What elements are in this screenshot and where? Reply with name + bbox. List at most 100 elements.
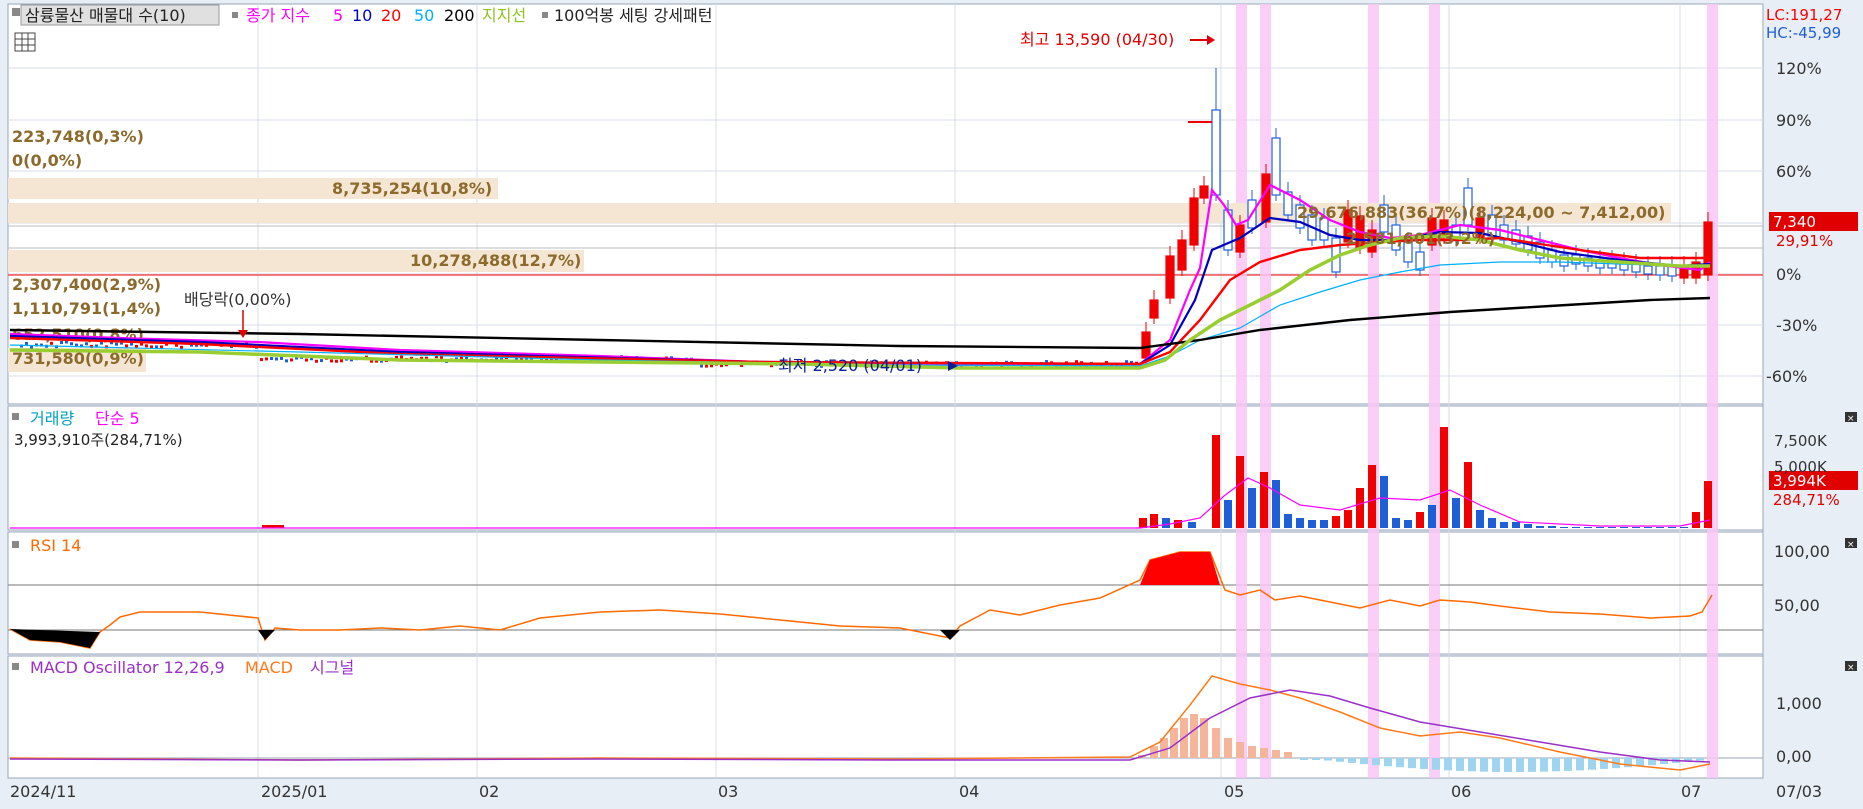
candle <box>50 341 53 345</box>
volume-bar <box>1260 472 1268 528</box>
signal-band <box>1707 4 1718 778</box>
volume-bar <box>1572 527 1580 528</box>
macd-hist-bar <box>1504 758 1512 772</box>
volume-bar <box>1308 520 1316 528</box>
macd-hist-bar <box>1248 746 1256 758</box>
volume-bar <box>1536 526 1544 528</box>
svg-text:×: × <box>1847 663 1855 673</box>
legend-square-icon <box>12 663 19 670</box>
volume-bar <box>1632 527 1640 528</box>
ma5-label: 5 <box>333 6 343 25</box>
volume-bar <box>1440 427 1448 528</box>
macd-hist-bar <box>1420 758 1428 769</box>
macd-hist-bar <box>1564 758 1572 771</box>
candle <box>1643 265 1653 275</box>
macd-hist-bar <box>1588 758 1596 770</box>
macd-hist-bar <box>1348 758 1356 763</box>
volume-bar <box>1236 456 1244 528</box>
volume-bar <box>1464 462 1472 528</box>
ma20-label: 20 <box>381 6 401 25</box>
volume-profile-label: 1,110,791(1,4%) <box>12 299 161 318</box>
macd-hist-bar <box>1432 758 1440 770</box>
candle <box>30 345 33 349</box>
macd-hist-bar <box>1408 758 1416 769</box>
x-axis-label: 02 <box>479 782 499 801</box>
table-icon[interactable] <box>14 32 36 52</box>
volume-bar <box>1344 510 1352 528</box>
price-axis-label: 0% <box>1776 265 1801 284</box>
macd-legend-signal: 시그널 <box>310 658 354 677</box>
candle <box>155 345 158 349</box>
legend-square-icon <box>12 413 19 420</box>
candle <box>285 359 288 363</box>
candle <box>180 345 183 349</box>
legend-square-icon <box>12 8 20 16</box>
price-axis-label: 120% <box>1776 59 1822 78</box>
candle <box>315 359 318 363</box>
candle <box>335 359 338 363</box>
candle <box>340 359 343 363</box>
candle <box>125 344 128 348</box>
candle <box>115 342 118 346</box>
candle <box>85 342 88 346</box>
candle <box>265 357 268 361</box>
pattern-label: 100억봉 세팅 강세패턴 <box>554 6 712 25</box>
dividend-label: 배당락(0,00%) <box>184 290 291 309</box>
volume-bar <box>1188 522 1196 528</box>
macd-hist-bar <box>1372 758 1380 766</box>
volume-bar <box>1644 527 1652 528</box>
volume-profile-label: 10,278,488(12,7%) <box>410 251 581 270</box>
macd-hist-bar <box>1236 742 1244 758</box>
macd-axis-label: 0,00 <box>1776 747 1812 766</box>
macd-hist-bar <box>1468 758 1476 772</box>
svg-text:×: × <box>1847 414 1855 424</box>
candle <box>260 358 263 362</box>
volume-bar <box>1620 527 1628 528</box>
volume-legend-avg: 단순 5 <box>95 409 140 428</box>
macd-hist-bar <box>1516 758 1524 772</box>
signal-band <box>1368 4 1379 778</box>
volume-bar <box>1608 527 1616 528</box>
volume-profile-label: 223,748(0,3%) <box>12 127 144 146</box>
signal-band <box>1429 4 1440 778</box>
hc-label: HC:-45,99 <box>1766 24 1841 42</box>
volume-bar <box>1596 527 1604 528</box>
ma10-label: 10 <box>352 6 372 25</box>
volume-bar <box>1404 520 1412 528</box>
candle <box>320 359 323 363</box>
candle <box>1261 173 1271 223</box>
macd-hist-bar <box>1528 758 1536 772</box>
volume-bar <box>1139 518 1147 528</box>
macd-hist-bar <box>1272 750 1280 758</box>
x-axis-label: 07 <box>1681 782 1701 801</box>
rsi-axis-label: 50,00 <box>1774 596 1820 615</box>
volume-profile-label: 2,307,400(2,9%) <box>12 275 161 294</box>
volume-bar <box>1524 524 1532 528</box>
volume-bar <box>1548 526 1556 528</box>
volume-bar <box>1452 498 1460 528</box>
candle <box>305 358 308 362</box>
candle <box>1211 109 1221 196</box>
volume-bar <box>1488 518 1496 528</box>
macd-hist-bar <box>1260 748 1268 758</box>
candle <box>270 357 273 361</box>
macd-hist-bar <box>1540 758 1548 772</box>
macd-hist-bar <box>1456 758 1464 771</box>
macd-hist-bar <box>1190 714 1198 758</box>
volume-bar <box>1668 527 1676 528</box>
volume-bar <box>1560 527 1568 528</box>
candle <box>145 344 148 348</box>
candle <box>1177 239 1187 271</box>
rsi-legend-name: RSI 14 <box>30 536 81 555</box>
candle <box>1655 265 1665 276</box>
x-axis-label: 06 <box>1451 782 1471 801</box>
macd-hist-bar <box>1396 758 1404 768</box>
macd-hist-bar <box>1300 758 1308 760</box>
candle <box>1199 185 1209 199</box>
macd-hist-bar <box>1660 758 1668 765</box>
volume-bar <box>1476 510 1484 528</box>
price-axis-label: -60% <box>1766 367 1807 386</box>
candle <box>1165 255 1175 299</box>
candle <box>290 358 293 362</box>
rsi-pane <box>7 531 1764 655</box>
